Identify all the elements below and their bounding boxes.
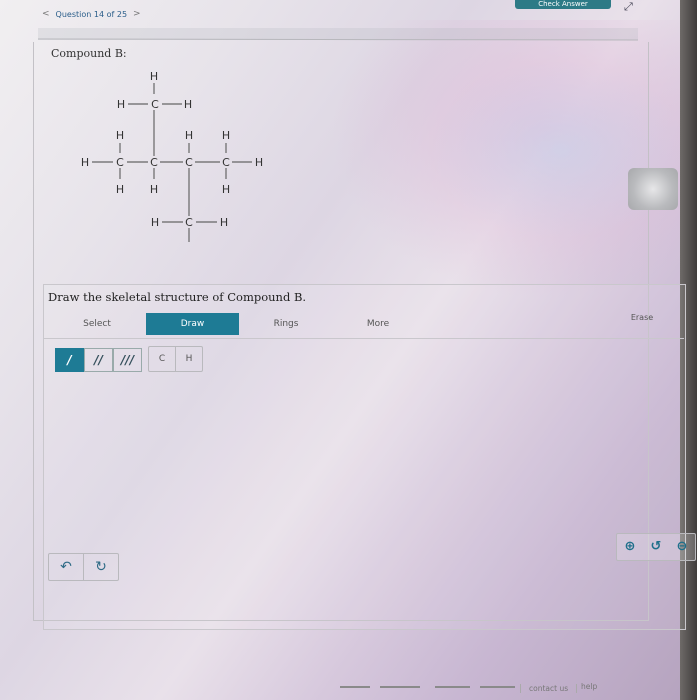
zoom-in-icon[interactable]: ⊕ <box>617 534 643 560</box>
zoom-controls: ⊕ ↺ ⊖ <box>616 533 696 561</box>
atom-label: C <box>116 156 124 169</box>
atom-label: C <box>151 98 159 111</box>
atom-label: C <box>222 156 230 169</box>
atom-tools: C H <box>148 346 203 372</box>
atom-label: H <box>220 216 228 229</box>
question-navigation: < Question 14 of 25 > <box>42 9 141 19</box>
atom-label: H <box>117 98 125 111</box>
bond-tools: / // /// <box>55 348 142 372</box>
question-prompt: Draw the skeletal structure of Compound … <box>48 290 307 304</box>
footer-links-bar <box>340 684 520 698</box>
contact-us-link[interactable]: contact us <box>520 684 578 693</box>
undo-icon[interactable]: ↶ <box>49 554 83 580</box>
expand-icon[interactable]: ⤢ <box>624 0 633 14</box>
atom-label: H <box>151 216 159 229</box>
molecule-svg: H H C H H H H H C C C C H H H H C H H <box>81 70 263 242</box>
hydrogen-atom-button[interactable]: H <box>175 347 202 371</box>
structure-drawing-tool <box>43 284 686 630</box>
atom-label: H <box>150 183 158 196</box>
redo-icon[interactable]: ↻ <box>83 554 118 580</box>
atom-label: H <box>116 129 124 142</box>
atom-label: H <box>116 183 124 196</box>
atom-label: H <box>222 183 230 196</box>
atom-label: H <box>184 98 192 111</box>
atom-label: H <box>81 156 89 169</box>
toolbar-divider <box>44 338 684 339</box>
erase-button[interactable]: Erase <box>614 307 670 329</box>
double-bond-button[interactable]: // <box>84 348 113 372</box>
carbon-atom-button[interactable]: C <box>149 347 175 371</box>
next-question-button[interactable]: > <box>133 9 141 19</box>
help-link[interactable]: help <box>581 682 597 691</box>
atom-label: C <box>185 216 193 229</box>
atom-label: H <box>255 156 263 169</box>
atom-label: C <box>185 156 193 169</box>
compound-label: Compound B: <box>51 47 127 60</box>
atom-label: H <box>185 129 193 142</box>
more-tab[interactable]: More <box>344 313 412 335</box>
history-controls: ↶ ↻ <box>48 553 119 581</box>
select-tab[interactable]: Select <box>62 313 132 335</box>
atom-label: H <box>150 70 158 83</box>
molecule-structure: H H C H H H H H C C C C H H H H C H H <box>70 62 290 272</box>
check-answer-button[interactable]: Check Answer <box>515 0 611 9</box>
drawing-toolbar: Select Draw Rings More Erase <box>44 311 684 335</box>
zoom-out-icon[interactable]: ⊖ <box>669 534 695 560</box>
atom-label: H <box>222 129 230 142</box>
atom-label: C <box>150 156 158 169</box>
reset-zoom-icon[interactable]: ↺ <box>643 534 669 560</box>
prev-question-button[interactable]: < <box>42 9 50 19</box>
triple-bond-button[interactable]: /// <box>113 348 142 372</box>
screen-reflection <box>628 168 678 210</box>
draw-tab[interactable]: Draw <box>146 313 239 335</box>
rings-tab[interactable]: Rings <box>254 313 318 335</box>
question-counter: Question 14 of 25 <box>55 9 128 19</box>
single-bond-button[interactable]: / <box>55 348 84 372</box>
